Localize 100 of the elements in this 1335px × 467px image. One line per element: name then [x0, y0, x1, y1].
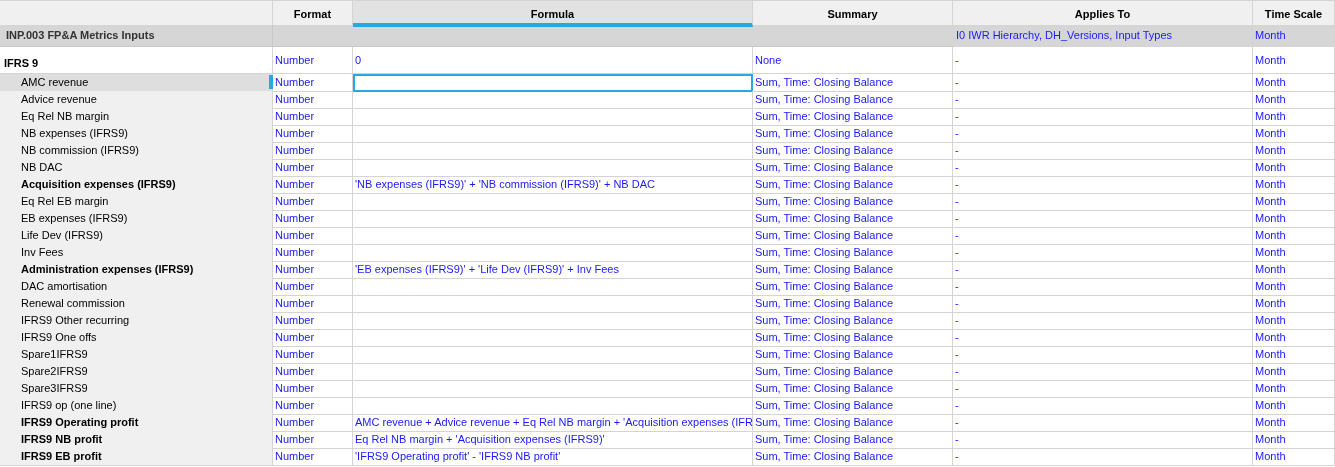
summary-cell: Sum, Time: Closing Balance: [753, 159, 953, 177]
row-label[interactable]: Spare1IFRS9: [0, 346, 273, 364]
format-cell: Number: [273, 312, 353, 330]
formula-field[interactable]: [353, 74, 753, 92]
applies-to-cell: -: [953, 261, 1253, 279]
row-label[interactable]: DAC amortisation: [0, 278, 273, 296]
format-cell: Number: [273, 176, 353, 194]
summary-cell: Sum, Time: Closing Balance: [753, 312, 953, 330]
format-cell: Number: [273, 108, 353, 126]
row-label[interactable]: Advice revenue: [0, 91, 273, 109]
format-cell: Number: [273, 227, 353, 245]
row-label[interactable]: Spare3IFRS9: [0, 380, 273, 398]
format-cell: Number: [273, 346, 353, 364]
applies-to-cell: -: [953, 159, 1253, 177]
row-label[interactable]: IFRS9 op (one line): [0, 397, 273, 415]
row-label[interactable]: IFRS9 NB profit: [0, 431, 273, 449]
time-scale-cell: Month: [1253, 159, 1335, 177]
summary-cell: Sum, Time: Closing Balance: [753, 227, 953, 245]
format-cell: Number: [273, 261, 353, 279]
formula-cell: 'EB expenses (IFRS9)' + 'Life Dev (IFRS9)' + Inv Fees: [353, 261, 753, 279]
row-label[interactable]: Spare2IFRS9: [0, 363, 273, 381]
row-label[interactable]: IFRS9 Operating profit: [0, 414, 273, 432]
applies-to-cell: -: [953, 380, 1253, 398]
row-label[interactable]: Acquisition expenses (IFRS9): [0, 176, 273, 194]
summary-cell: Sum, Time: Closing Balance: [753, 176, 953, 194]
applies-to-cell: -: [953, 414, 1253, 432]
time-scale-cell: Month: [1253, 363, 1335, 381]
applies-to-cell: -: [953, 244, 1253, 262]
section-title: INP.003 FP&A Metrics Inputs: [0, 25, 273, 47]
row-label[interactable]: Renewal commission: [0, 295, 273, 313]
row-label[interactable]: NB expenses (IFRS9): [0, 125, 273, 143]
row-label[interactable]: Eq Rel EB margin: [0, 193, 273, 211]
row-label[interactable]: EB expenses (IFRS9): [0, 210, 273, 228]
format-cell: Number: [273, 159, 353, 177]
applies-to-cell: -: [953, 295, 1253, 313]
summary-cell: Sum, Time: Closing Balance: [753, 397, 953, 415]
row-label[interactable]: Administration expenses (IFRS9): [0, 261, 273, 279]
selection-marker: [269, 75, 273, 89]
row-label[interactable]: NB DAC: [0, 159, 273, 177]
summary-cell: Sum, Time: Closing Balance: [753, 142, 953, 160]
applies-to-cell: -: [953, 346, 1253, 364]
applies-to-cell: -: [953, 448, 1253, 466]
summary-cell: Sum, Time: Closing Balance: [753, 108, 953, 126]
summary-cell: Sum, Time: Closing Balance: [753, 346, 953, 364]
applies-to-cell: -: [953, 142, 1253, 160]
column-header[interactable]: Applies To: [953, 0, 1253, 27]
formula-cell: 'IFRS9 Operating profit' - 'IFRS9 NB profit': [353, 448, 753, 466]
time-scale-cell: Month: [1253, 193, 1335, 211]
format-cell: Number: [273, 210, 353, 228]
summary-cell: Sum, Time: Closing Balance: [753, 193, 953, 211]
format-cell: Number: [273, 414, 353, 432]
time-scale-cell: Month: [1253, 278, 1335, 296]
summary-cell: Sum, Time: Closing Balance: [753, 125, 953, 143]
time-scale-cell: Month: [1253, 47, 1335, 74]
format-cell: Number: [273, 363, 353, 381]
time-scale-cell: Month: [1253, 329, 1335, 347]
row-label[interactable]: Life Dev (IFRS9): [0, 227, 273, 245]
format-cell: Number: [273, 278, 353, 296]
column-header[interactable]: Summary: [753, 0, 953, 27]
time-scale-cell: Month: [1253, 380, 1335, 398]
time-scale-cell: Month: [1253, 108, 1335, 126]
formula-cell: Eq Rel NB margin + 'Acquisition expenses (IFRS9)': [353, 431, 753, 449]
time-scale-cell: Month: [1253, 397, 1335, 415]
applies-to-cell: -: [953, 193, 1253, 211]
applies-to-cell: -: [953, 227, 1253, 245]
time-scale-cell: Month: [1253, 244, 1335, 262]
format-cell: Number: [273, 295, 353, 313]
applies-to-cell: -: [953, 91, 1253, 109]
formula-cell: 'NB expenses (IFRS9)' + 'NB commission (IFRS9)' + NB DAC: [353, 176, 753, 194]
row-label[interactable]: Inv Fees: [0, 244, 273, 262]
time-scale-cell: Month: [1253, 414, 1335, 432]
row-label[interactable]: IFRS9 Other recurring: [0, 312, 273, 330]
applies-to-cell: -: [953, 47, 1253, 74]
summary-cell: Sum, Time: Closing Balance: [753, 431, 953, 449]
summary-cell: Sum, Time: Closing Balance: [753, 414, 953, 432]
row-label[interactable]: Eq Rel NB margin: [0, 108, 273, 126]
time-scale-cell: Month: [1253, 261, 1335, 279]
row-label[interactable]: AMC revenue: [0, 74, 273, 92]
summary-cell: Sum, Time: Closing Balance: [753, 329, 953, 347]
time-scale-cell: Month: [1253, 227, 1335, 245]
summary-cell: Sum, Time: Closing Balance: [753, 261, 953, 279]
format-cell: Number: [273, 74, 353, 92]
summary-cell: Sum, Time: Closing Balance: [753, 380, 953, 398]
format-cell: Number: [273, 380, 353, 398]
time-scale-cell: Month: [1253, 25, 1335, 47]
time-scale-cell: Month: [1253, 125, 1335, 143]
summary-cell: None: [753, 47, 953, 74]
applies-to-cell: -: [953, 278, 1253, 296]
format-cell: Number: [273, 125, 353, 143]
summary-cell: Sum, Time: Closing Balance: [753, 244, 953, 262]
format-cell: Number: [273, 397, 353, 415]
applies-to-cell: -: [953, 329, 1253, 347]
row-label[interactable]: NB commission (IFRS9): [0, 142, 273, 160]
row-label[interactable]: IFRS9 EB profit: [0, 448, 273, 466]
column-header[interactable]: Formula: [353, 0, 753, 27]
formula-cell: AMC revenue + Advice revenue + Eq Rel NB margin + 'Acquisition expenses (IFR: [353, 414, 753, 432]
format-cell: Number: [273, 193, 353, 211]
summary-cell: Sum, Time: Closing Balance: [753, 278, 953, 296]
time-scale-cell: Month: [1253, 312, 1335, 330]
row-label[interactable]: IFRS9 One offs: [0, 329, 273, 347]
